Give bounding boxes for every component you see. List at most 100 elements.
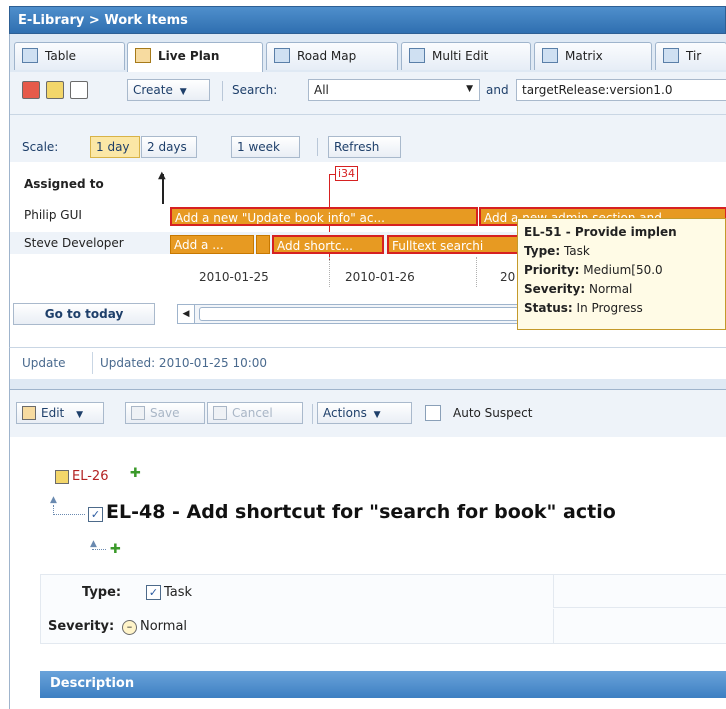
refresh-button[interactable]: Refresh bbox=[328, 136, 401, 158]
task-checkbox-icon: ✓ bbox=[88, 507, 103, 522]
save-label: Save bbox=[150, 406, 180, 420]
type-label: Type: bbox=[82, 585, 122, 600]
chevron-down-icon: ▼ bbox=[466, 84, 473, 94]
tooltip-severity-value: Normal bbox=[588, 282, 633, 296]
edit-button[interactable]: Edit ▼ bbox=[16, 402, 104, 424]
date-label: 2010-01-26 bbox=[345, 270, 415, 284]
severity-label: Severity: bbox=[48, 619, 115, 634]
horizontal-scrollbar[interactable]: ◀ bbox=[177, 304, 527, 324]
tab-label: Road Map bbox=[297, 49, 357, 63]
tooltip-type-value: Task bbox=[563, 244, 590, 258]
tooltip-status-value: In Progress bbox=[576, 301, 643, 315]
date-label: 20 bbox=[500, 270, 516, 284]
tab-label: Tir bbox=[686, 49, 702, 63]
window-title: E-Library > Work Items bbox=[9, 6, 726, 34]
actions-label: Actions bbox=[323, 406, 367, 420]
description-label: Description bbox=[50, 676, 135, 691]
status-bar: Update Updated: 2010-01-25 10:00 bbox=[9, 347, 726, 379]
severity-normal-icon: – bbox=[122, 620, 137, 635]
scrollbar-thumb[interactable] bbox=[199, 307, 519, 321]
parent-item-link[interactable]: EL-26 bbox=[72, 469, 108, 484]
tooltip-status-label: Status: bbox=[524, 301, 573, 315]
new-defect-icon[interactable] bbox=[22, 81, 40, 99]
assigned-to-header: Assigned to bbox=[24, 177, 104, 191]
scale-label: Scale: bbox=[22, 140, 59, 154]
iteration-marker-label: i34 bbox=[335, 166, 359, 181]
task-bar[interactable]: Add a ... bbox=[170, 235, 254, 254]
add-link-icon[interactable]: ✚ bbox=[110, 542, 121, 557]
tooltip-priority-label: Priority: bbox=[524, 263, 580, 277]
tooltip-title: EL-51 - Provide implen bbox=[524, 225, 677, 239]
task-bar[interactable]: Fulltext searchi bbox=[387, 235, 527, 254]
pencil-icon bbox=[22, 406, 36, 420]
work-item-detail: EL-26 ✚ ▲ ✓ EL-48 - Add shortcut for "se… bbox=[9, 437, 726, 709]
query-input[interactable]: targetRelease:version1.0 bbox=[516, 79, 726, 101]
go-to-today-button[interactable]: Go to today bbox=[13, 303, 155, 325]
scroll-left-icon[interactable]: ◀ bbox=[178, 305, 195, 323]
save-button[interactable]: Save bbox=[125, 402, 205, 424]
update-label: Update bbox=[22, 356, 66, 370]
task-bar[interactable]: Add a new "Update book info" ac... bbox=[170, 207, 478, 226]
search-label: Search: bbox=[232, 83, 278, 97]
actions-dropdown[interactable]: Actions ▼ bbox=[317, 402, 412, 424]
chevron-down-icon: ▼ bbox=[76, 410, 83, 420]
auto-suspect-label: Auto Suspect bbox=[453, 406, 533, 420]
tab-timeline[interactable]: Tir bbox=[655, 42, 726, 70]
save-icon bbox=[131, 406, 145, 420]
tab-multi-edit[interactable]: Multi Edit bbox=[401, 42, 531, 70]
requirement-icon bbox=[55, 470, 69, 484]
matrix-icon bbox=[542, 48, 558, 63]
new-requirement-icon[interactable] bbox=[46, 81, 64, 99]
tooltip-severity-label: Severity: bbox=[524, 282, 586, 296]
tab-matrix[interactable]: Matrix bbox=[534, 42, 652, 70]
scale-2-days[interactable]: 2 days bbox=[141, 136, 197, 158]
date-label: 2010-01-25 bbox=[199, 270, 269, 284]
search-scope-select[interactable]: All ▼ bbox=[308, 79, 480, 101]
search-scope-value: All bbox=[314, 83, 329, 97]
cancel-icon bbox=[213, 406, 227, 420]
tab-label: Multi Edit bbox=[432, 49, 489, 63]
task-tooltip: EL-51 - Provide implen Type: Task Priori… bbox=[517, 218, 726, 330]
timeline-icon bbox=[663, 48, 679, 63]
create-dropdown[interactable]: Create ▼ bbox=[127, 79, 210, 101]
tooltip-type-label: Type: bbox=[524, 244, 561, 258]
description-section-header[interactable]: Description bbox=[40, 671, 726, 698]
add-link-icon[interactable]: ✚ bbox=[130, 466, 141, 481]
link-arrow-up-icon: ▲ bbox=[50, 495, 57, 505]
link-arrow-up-icon: ▲ bbox=[90, 539, 97, 549]
create-label: Create bbox=[133, 83, 173, 97]
query-value: targetRelease:version1.0 bbox=[522, 83, 673, 97]
chevron-down-icon: ▼ bbox=[179, 87, 187, 97]
auto-suspect-checkbox[interactable] bbox=[425, 405, 441, 421]
cancel-button[interactable]: Cancel bbox=[207, 402, 303, 424]
type-value: Task bbox=[164, 585, 193, 600]
task-checkbox-icon: ✓ bbox=[146, 585, 161, 600]
view-tabs: Table Live Plan Road Map Multi Edit Matr… bbox=[9, 34, 726, 72]
arrow-up-icon: ▲ bbox=[158, 170, 166, 181]
new-task-icon[interactable] bbox=[70, 81, 88, 99]
tab-label: Matrix bbox=[565, 49, 603, 63]
edit-label: Edit bbox=[41, 406, 65, 420]
tab-road-map[interactable]: Road Map bbox=[266, 42, 398, 70]
tab-live-plan[interactable]: Live Plan bbox=[127, 42, 263, 72]
severity-value: Normal bbox=[140, 619, 188, 634]
task-bar[interactable]: Add shortc... bbox=[272, 235, 384, 254]
edit-toolbar: Edit ▼ Save Cancel Actions ▼ Auto Suspec… bbox=[9, 389, 726, 437]
tooltip-priority-value: Medium[50.0 bbox=[583, 263, 663, 277]
cancel-label: Cancel bbox=[232, 406, 273, 420]
task-bar[interactable] bbox=[256, 235, 270, 254]
tab-table[interactable]: Table bbox=[14, 42, 125, 70]
scale-1-day[interactable]: 1 day bbox=[90, 136, 140, 158]
table-icon bbox=[22, 48, 38, 63]
updated-timestamp: Updated: 2010-01-25 10:00 bbox=[100, 356, 268, 370]
tab-label: Live Plan bbox=[158, 49, 220, 63]
tab-label: Table bbox=[45, 49, 77, 63]
chevron-down-icon: ▼ bbox=[373, 410, 381, 420]
query-toolbar: Create ▼ Search: All ▼ and targetRelease… bbox=[9, 72, 726, 162]
scale-1-week[interactable]: 1 week bbox=[231, 136, 300, 158]
splitter[interactable] bbox=[9, 379, 726, 389]
and-label: and bbox=[486, 83, 509, 97]
assignee-philip: Philip GUI bbox=[24, 208, 82, 222]
multi-edit-icon bbox=[409, 48, 425, 63]
road-map-icon bbox=[274, 48, 290, 63]
